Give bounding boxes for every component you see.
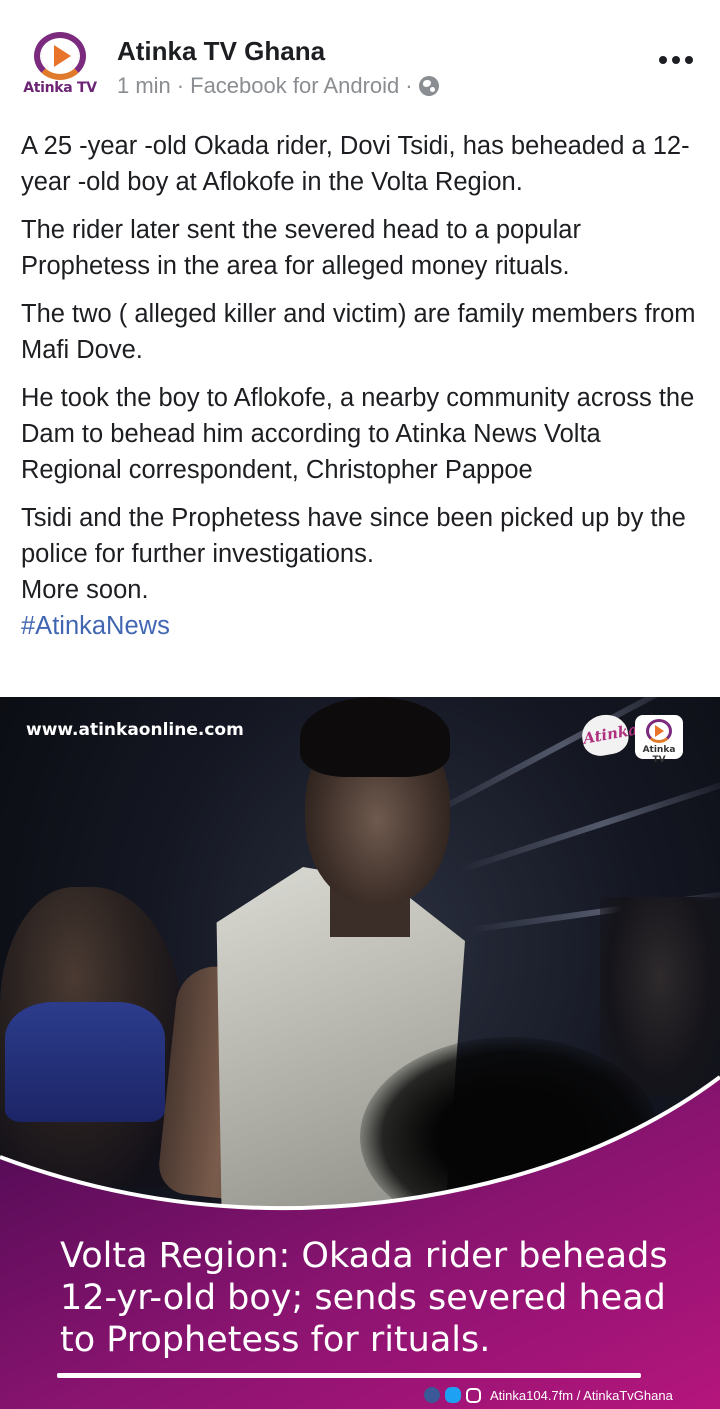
- more-horizontal-icon: [659, 56, 667, 64]
- atinka-tv-logo-text: Atinka TV: [642, 745, 676, 765]
- page-name-link[interactable]: Atinka TV Ghana: [117, 36, 325, 67]
- post-paragraph: The two ( alleged killer and victim) are…: [21, 300, 696, 364]
- post-text: A 25 -year -old Okada rider, Dovi Tsidi,…: [21, 128, 706, 644]
- image-headline: Volta Region: Okada rider beheads 12-yr-…: [60, 1236, 668, 1360]
- post-source: Facebook for Android: [190, 73, 400, 98]
- post-image[interactable]: www.atinkaonline.com Atinka Atinka TV Vo…: [0, 697, 720, 1409]
- meta-separator: ·: [176, 73, 185, 98]
- facebook-icon: [424, 1387, 440, 1403]
- globe-icon: [418, 76, 439, 96]
- site-url-watermark: www.atinkaonline.com: [26, 720, 244, 740]
- post-paragraph: The rider later sent the severed head to…: [21, 216, 581, 280]
- post-paragraph: Tsidi and the Prophetess have since been…: [21, 504, 686, 568]
- instagram-icon: [466, 1387, 481, 1403]
- more-horizontal-icon: [672, 56, 680, 64]
- light-ray: [459, 774, 720, 873]
- more-horizontal-icon: [685, 56, 693, 64]
- social-handles-row: Atinka104.7fm / AtinkaTvGhana: [424, 1387, 673, 1403]
- more-options-button[interactable]: [656, 50, 696, 70]
- social-handles-text: Atinka104.7fm / AtinkaTvGhana: [490, 1387, 673, 1403]
- headline-underline: [57, 1373, 641, 1378]
- play-icon: [655, 725, 664, 737]
- post-paragraph: He took the boy to Aflokofe, a nearby co…: [21, 384, 695, 484]
- post-paragraph: A 25 -year -old Okada rider, Dovi Tsidi,…: [21, 132, 690, 196]
- avatar-label: Atinka TV: [23, 80, 97, 96]
- person-hair: [300, 697, 450, 777]
- twitter-icon: [445, 1387, 461, 1403]
- post-meta: 1 min · Facebook for Android ·: [117, 73, 439, 99]
- meta-separator: ·: [405, 73, 413, 98]
- page-avatar[interactable]: Atinka TV: [22, 30, 98, 100]
- post-paragraph: More soon.: [21, 576, 149, 604]
- play-icon: [54, 45, 71, 67]
- hashtag-link[interactable]: #AtinkaNews: [21, 608, 706, 644]
- post-header: Atinka TV Atinka TV Ghana 1 min · Facebo…: [0, 0, 720, 120]
- post-time[interactable]: 1 min: [117, 73, 171, 99]
